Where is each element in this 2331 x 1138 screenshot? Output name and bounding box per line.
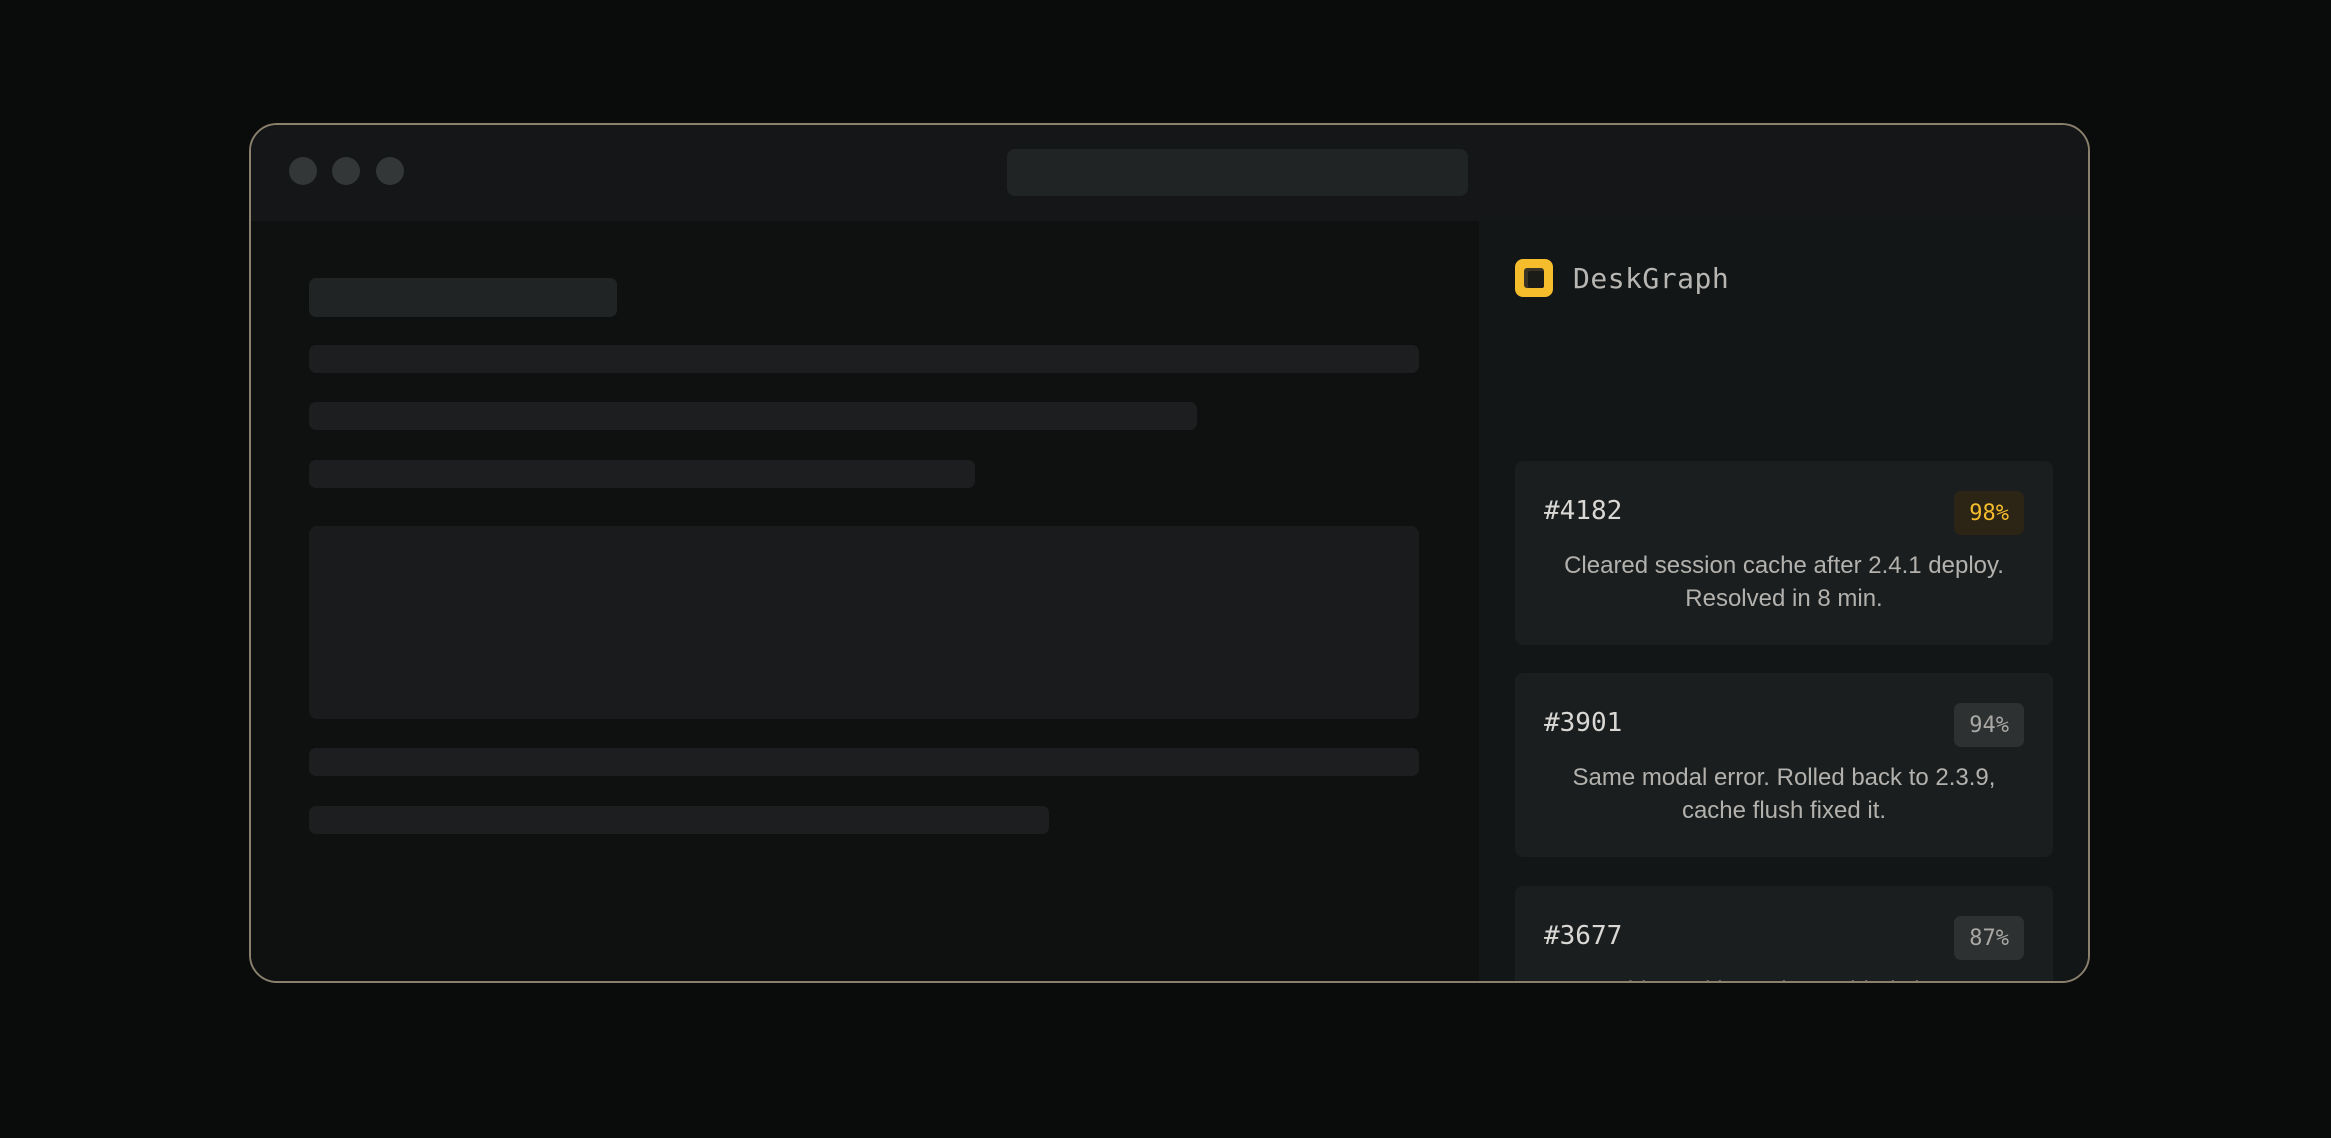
similar-ticket-card[interactable]: #4182 98% Cleared session cache after 2.… (1515, 461, 2053, 645)
minimize-window-dot[interactable] (332, 157, 360, 185)
similar-ticket-card[interactable]: #3901 94% Same modal error. Rolled back … (1515, 673, 2053, 857)
skeleton-block (309, 526, 1419, 719)
title-bar (251, 125, 2088, 221)
ticket-summary: Same modal error. Rolled back to 2.3.9, … (1572, 764, 1996, 824)
similar-ticket-card[interactable]: #3677 87% User-side cookie expiry. Guide… (1515, 886, 2053, 981)
ticket-id[interactable]: #3677 (1544, 921, 1622, 951)
skeleton-line (309, 460, 975, 488)
address-bar[interactable] (1007, 149, 1468, 196)
deskgraph-side-panel: DeskGraph #4182 98% Cleared session cach… (1479, 221, 2088, 981)
browser-window: DeskGraph #4182 98% Cleared session cach… (249, 123, 2090, 983)
ticket-summary: Cleared session cache after 2.4.1 deploy… (1564, 552, 2004, 612)
close-window-dot[interactable] (289, 157, 317, 185)
ticket-id[interactable]: #3901 (1544, 708, 1622, 738)
skeleton-line (309, 748, 1419, 776)
document-stack-icon (1515, 259, 1553, 297)
skeleton-line (309, 806, 1049, 834)
ticket-summary: User-side cookie expiry. Guided clear + … (1539, 974, 2029, 981)
brand-header: DeskGraph (1515, 258, 1729, 298)
skeleton-line (309, 345, 1419, 373)
skeleton-line (309, 402, 1197, 430)
match-score-badge: 98% (1954, 491, 2024, 535)
match-score-badge: 94% (1954, 703, 2024, 747)
ticket-id[interactable]: #4182 (1544, 496, 1622, 526)
main-content-placeholder (251, 221, 1479, 981)
match-score-badge: 87% (1954, 916, 2024, 960)
brand-name: DeskGraph (1573, 261, 1730, 295)
maximize-window-dot[interactable] (376, 157, 404, 185)
skeleton-heading (309, 278, 617, 317)
